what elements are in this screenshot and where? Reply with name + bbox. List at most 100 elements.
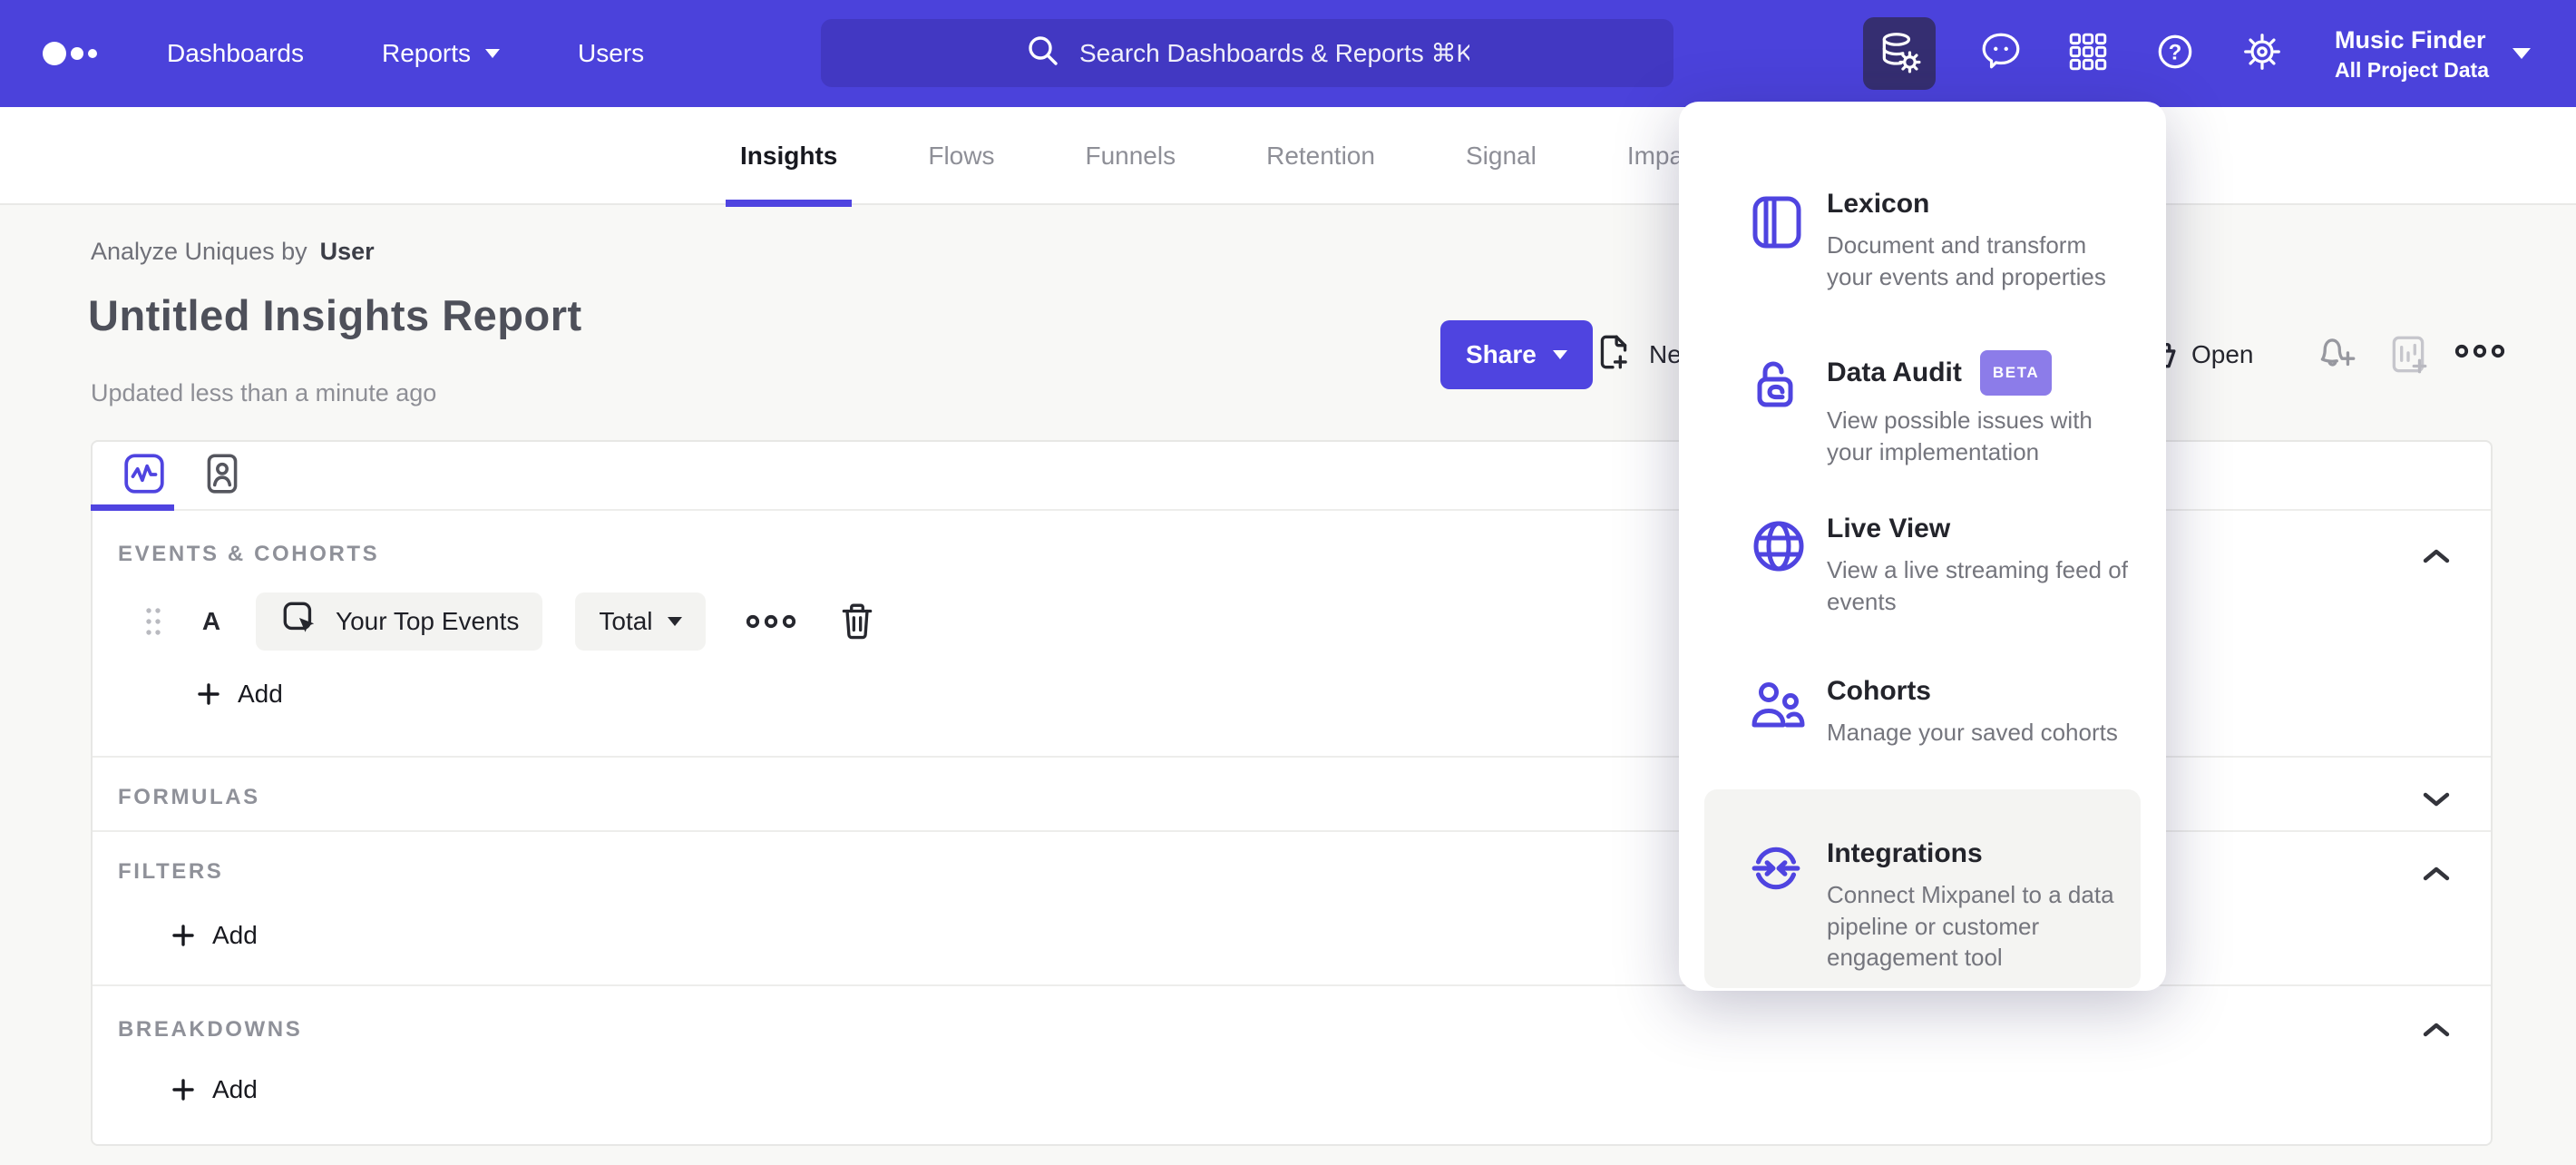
menu-item-title: Cohorts bbox=[1827, 676, 1931, 706]
menu-item-desc: View possible issues with your implement… bbox=[1827, 406, 2093, 465]
event-selector-label: Your Top Events bbox=[336, 607, 520, 635]
chevron-down-icon bbox=[667, 617, 682, 626]
report-tab-bar: Insights Flows Funnels Retention Signal … bbox=[0, 107, 2576, 207]
project-switcher[interactable]: Music Finder All Project Data bbox=[2335, 24, 2531, 83]
tab-signal[interactable]: Signal bbox=[1451, 107, 1551, 205]
tab-insights[interactable]: Insights bbox=[726, 107, 853, 207]
tab-insights-label: Insights bbox=[740, 142, 838, 170]
global-search[interactable] bbox=[821, 19, 1673, 87]
tab-retention-label: Retention bbox=[1266, 142, 1375, 170]
menu-item-integrations[interactable]: Integrations Connect Mixpanel to a data … bbox=[1679, 789, 2166, 988]
cursor-click-icon bbox=[279, 598, 321, 646]
primary-nav: Dashboards Reports Users bbox=[167, 39, 644, 68]
nav-reports[interactable]: Reports bbox=[381, 39, 501, 68]
search-icon bbox=[1025, 33, 1061, 73]
menu-item-data-audit[interactable]: Data Audit BETA View possible issues wit… bbox=[1679, 318, 2166, 481]
metric-selector-label: Total bbox=[599, 607, 653, 635]
plus-icon bbox=[198, 683, 220, 705]
profiles-view-tab[interactable] bbox=[183, 442, 261, 509]
menu-item-title: Lexicon bbox=[1827, 189, 1930, 219]
collapse-breakdowns-button[interactable] bbox=[2416, 1012, 2456, 1048]
tab-funnels-label: Funnels bbox=[1085, 142, 1176, 170]
trash-icon bbox=[842, 603, 872, 640]
mixpanel-logo-icon[interactable] bbox=[42, 34, 102, 73]
project-name: Music Finder bbox=[2335, 26, 2486, 54]
add-to-dashboard-button[interactable] bbox=[2386, 332, 2431, 382]
share-button[interactable]: Share bbox=[1440, 320, 1593, 389]
tab-signal-label: Signal bbox=[1465, 142, 1537, 170]
chevron-down-icon bbox=[2423, 792, 2450, 807]
metric-selector-button[interactable]: Total bbox=[575, 592, 706, 651]
collapse-filters-button[interactable] bbox=[2416, 856, 2456, 892]
nav-dashboards-label: Dashboards bbox=[167, 39, 304, 67]
tab-funnels[interactable]: Funnels bbox=[1070, 107, 1190, 205]
report-title[interactable]: Untitled Insights Report bbox=[88, 290, 582, 340]
help-button[interactable]: ? bbox=[2153, 30, 2197, 78]
add-event-button[interactable]: Add bbox=[196, 680, 283, 709]
open-button-label: Open bbox=[2191, 340, 2254, 368]
delete-event-row-button[interactable] bbox=[838, 601, 876, 642]
top-bar: Dashboards Reports Users Search Dashboar… bbox=[0, 0, 2576, 107]
nav-users-label: Users bbox=[578, 39, 645, 67]
plus-icon bbox=[172, 1079, 194, 1101]
create-alert-button[interactable] bbox=[2315, 332, 2360, 380]
menu-item-lexicon[interactable]: Lexicon Document and transform your even… bbox=[1679, 156, 2166, 318]
menu-item-live-view[interactable]: Live View View a live streaming feed of … bbox=[1679, 481, 2166, 643]
event-row-more-button[interactable] bbox=[746, 612, 798, 631]
plus-icon bbox=[172, 925, 194, 946]
menu-item-desc: Connect Mixpanel to a data pipeline or c… bbox=[1827, 881, 2114, 972]
analyze-by-row: Analyze Uniques by User bbox=[91, 238, 375, 266]
report-more-actions-button[interactable] bbox=[2454, 341, 2507, 366]
chart-activity-icon bbox=[122, 451, 167, 501]
globe-icon bbox=[1750, 517, 1808, 580]
ellipsis-icon bbox=[2454, 341, 2507, 366]
svg-text:?: ? bbox=[2169, 40, 2182, 64]
add-filter-button[interactable]: Add bbox=[171, 921, 258, 950]
chevron-down-icon bbox=[2513, 48, 2531, 59]
expand-formulas-button[interactable] bbox=[2416, 781, 2456, 817]
question-mark-icon: ? bbox=[2153, 30, 2197, 78]
search-input[interactable] bbox=[1079, 38, 1469, 68]
ellipsis-icon bbox=[746, 614, 795, 629]
tab-flows[interactable]: Flows bbox=[913, 107, 1009, 205]
settings-button[interactable] bbox=[2240, 30, 2284, 78]
database-gear-icon bbox=[1877, 29, 1922, 79]
document-plus-icon bbox=[1593, 331, 1634, 379]
event-selector-button[interactable]: Your Top Events bbox=[256, 592, 543, 651]
nav-dashboards[interactable]: Dashboards bbox=[167, 39, 304, 68]
menu-item-title: Data Audit bbox=[1827, 357, 1962, 387]
user-card-icon bbox=[201, 451, 243, 501]
data-management-button[interactable] bbox=[1863, 17, 1936, 90]
apps-grid-button[interactable] bbox=[2066, 30, 2110, 78]
menu-item-desc: Manage your saved cohorts bbox=[1827, 719, 2118, 746]
collapse-events-button[interactable] bbox=[2416, 538, 2456, 574]
chevron-down-icon bbox=[485, 49, 501, 58]
menu-item-title: Integrations bbox=[1827, 838, 1983, 868]
gear-icon bbox=[2240, 30, 2284, 78]
lexicon-book-icon bbox=[1750, 192, 1804, 257]
chat-bubble-icon bbox=[1979, 30, 2023, 78]
analyze-value-selector[interactable]: User bbox=[320, 238, 375, 266]
add-event-label: Add bbox=[238, 680, 283, 708]
nav-reports-label: Reports bbox=[381, 39, 472, 67]
nav-users[interactable]: Users bbox=[578, 39, 644, 68]
data-audit-lock-icon bbox=[1750, 355, 1802, 419]
events-view-tab[interactable] bbox=[91, 442, 183, 511]
data-management-menu: Lexicon Document and transform your even… bbox=[1679, 102, 2166, 991]
bell-plus-icon bbox=[2315, 332, 2360, 380]
drag-handle[interactable] bbox=[138, 601, 169, 642]
chevron-up-icon bbox=[2423, 549, 2450, 563]
board-plus-icon bbox=[2386, 332, 2431, 382]
add-filter-label: Add bbox=[212, 921, 258, 949]
chevron-up-icon bbox=[2423, 1023, 2450, 1037]
tab-retention[interactable]: Retention bbox=[1252, 107, 1390, 205]
add-breakdown-button[interactable]: Add bbox=[171, 1075, 258, 1104]
feedback-button[interactable] bbox=[1979, 30, 2023, 78]
menu-item-cohorts[interactable]: Cohorts Manage your saved cohorts bbox=[1679, 643, 2166, 806]
chevron-up-icon bbox=[2423, 866, 2450, 881]
report-tabs: Insights Flows Funnels Retention Signal … bbox=[726, 107, 1718, 207]
beta-badge: BETA bbox=[1979, 350, 2053, 396]
menu-item-title: Live View bbox=[1827, 514, 1951, 543]
cohorts-people-icon bbox=[1750, 680, 1808, 737]
project-scope: All Project Data bbox=[2335, 58, 2489, 82]
